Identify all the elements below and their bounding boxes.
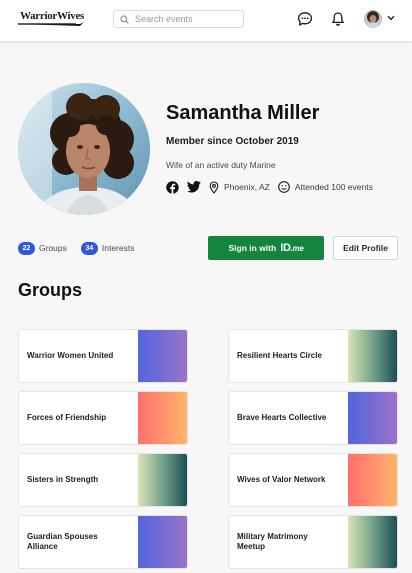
groups-section-title: Groups [18,280,83,300]
interests-count-label[interactable]: Interests [102,243,135,253]
group-thumbnail [348,330,397,382]
avatar[interactable] [364,10,382,28]
bell-icon[interactable] [330,11,346,27]
group-card[interactable]: Military Matrimony Meetup [228,515,398,569]
top-nav-bar: WarriorWives [0,0,412,42]
logo-underline-icon [18,22,84,26]
profile-meta: Phoenix, AZ Attended 100 events [166,180,373,194]
group-thumbnail [348,392,397,444]
group-name: Sisters in Strength [27,475,99,484]
search-input[interactable] [135,14,235,24]
group-thumbnail [138,392,187,444]
group-card[interactable]: Warrior Women United [18,329,188,383]
group-card[interactable]: Wives of Valor Network [228,453,398,507]
chat-icon[interactable] [297,11,313,27]
edit-profile-button[interactable]: Edit Profile [333,236,398,260]
group-name: Brave Hearts Collective [237,413,327,422]
profile-photo [18,83,150,215]
logo[interactable]: WarriorWives [18,10,84,28]
twitter-icon[interactable] [187,181,201,193]
facebook-icon[interactable] [166,180,179,194]
groups-count-badge[interactable]: 22 [18,241,35,255]
group-name: Warrior Women United [27,351,114,360]
sign-in-idme-button[interactable]: Sign in with ID.me [208,236,324,260]
location-text: Phoenix, AZ [224,182,270,192]
group-thumbnail [348,454,397,506]
idme-button-label: Sign in with [228,243,277,253]
group-thumbnail [138,454,187,506]
group-card[interactable]: Forces of Friendship [18,391,188,445]
profile-bio: Wife of an active duty Marine [166,160,276,170]
groups-count-label[interactable]: Groups [39,243,67,253]
search-bar[interactable] [113,10,244,28]
chevron-down-icon[interactable] [387,15,395,21]
group-thumbnail [348,516,397,568]
group-thumbnail [138,330,187,382]
group-card[interactable]: Sisters in Strength [18,453,188,507]
idme-logo: ID.me [280,242,304,254]
group-card[interactable]: Guardian Spouses Alliance [18,515,188,569]
search-icon [120,14,129,24]
group-name: Guardian Spouses Alliance [27,532,98,551]
group-name: Wives of Valor Network [237,475,326,484]
group-card[interactable]: Brave Hearts Collective [228,391,398,445]
group-thumbnail [138,516,187,568]
profile-name: Samantha Miller [166,102,320,124]
stats-row: 22 Groups 34 Interests [18,241,148,255]
group-card[interactable]: Resilient Hearts Circle [228,329,398,383]
group-name: Resilient Hearts Circle [237,351,322,360]
group-name: Military Matrimony Meetup [237,532,308,551]
smiley-icon [277,181,290,193]
member-since: Member since October 2019 [166,136,299,147]
location-pin-icon [209,180,219,194]
events-attended-text: Attended 100 events [294,182,373,192]
interests-count-badge[interactable]: 34 [80,241,98,255]
group-name: Forces of Friendship [27,413,107,422]
